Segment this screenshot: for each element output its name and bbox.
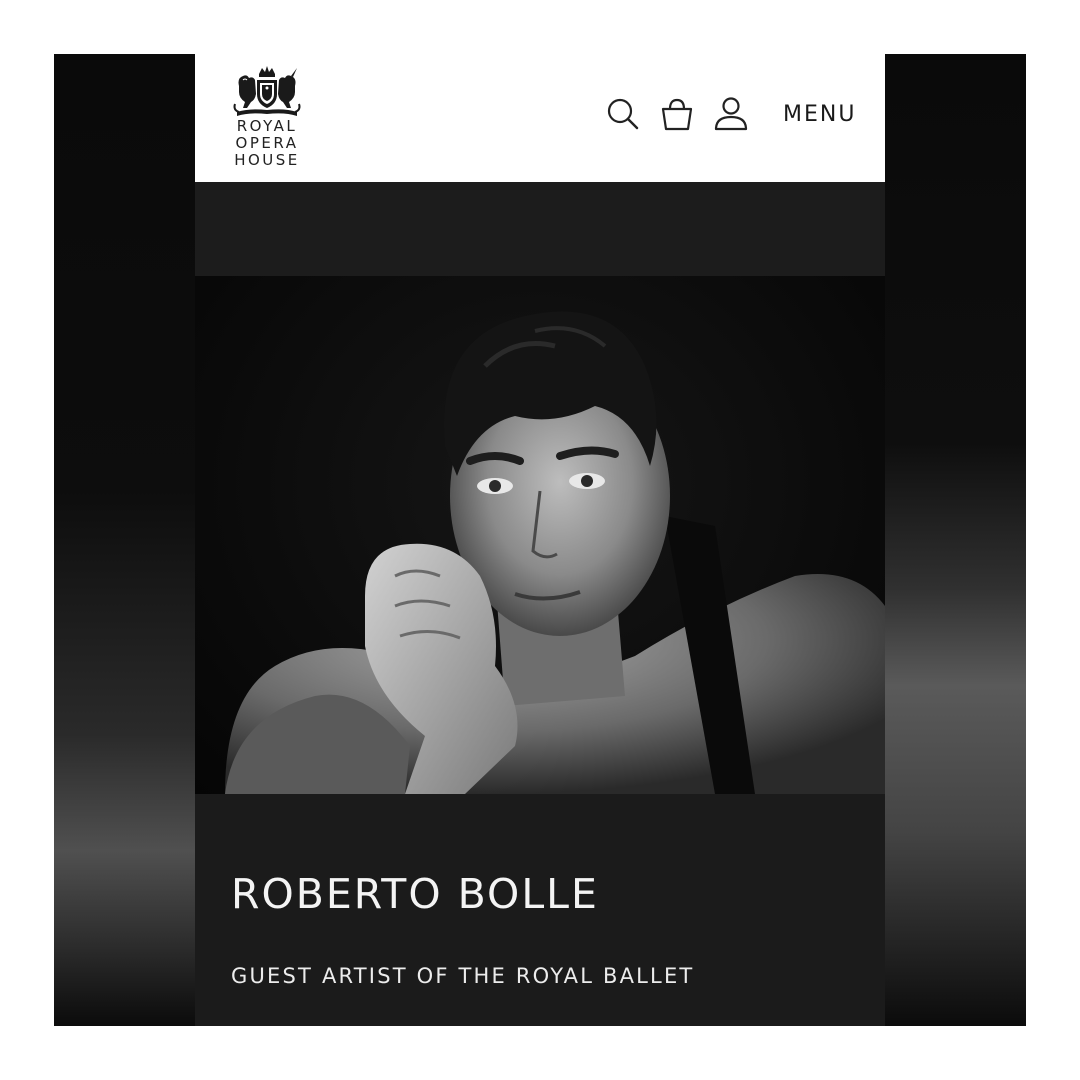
artist-name-heading: ROBERTO BOLLE [231,870,599,918]
logo-wordmark: ROYAL OPERA HOUSE [227,118,307,169]
background-right-panel [885,54,1026,1026]
logo-line: HOUSE [234,151,300,169]
search-button[interactable] [603,94,643,134]
artist-info: ROBERTO BOLLE GUEST ARTIST OF THE ROYAL … [195,794,885,1026]
header-spacer-band [195,182,885,276]
site-header: ROYAL OPERA HOUSE MENU [195,54,885,182]
royal-crest-icon [233,66,301,116]
search-icon [607,98,639,130]
screenshot-frame: ROYAL OPERA HOUSE MENU ROBERTO BOLLE GUE… [54,54,1026,1026]
royal-opera-house-logo[interactable]: ROYAL OPERA HOUSE [227,64,307,176]
menu-button[interactable]: MENU [783,102,856,127]
basket-button[interactable] [657,94,697,134]
artist-role-subtitle: GUEST ARTIST OF THE ROYAL BALLET [231,964,695,988]
background-left-panel [54,54,195,1026]
artist-portrait-photo [195,276,885,794]
account-icon [714,97,748,131]
portrait-illustration [225,311,885,794]
logo-line: ROYAL [236,117,298,135]
account-button[interactable] [711,94,751,134]
mobile-page: ROYAL OPERA HOUSE MENU ROBERTO BOLLE GUE… [195,54,885,1026]
logo-line: OPERA [235,134,299,152]
basket-icon [661,98,693,131]
